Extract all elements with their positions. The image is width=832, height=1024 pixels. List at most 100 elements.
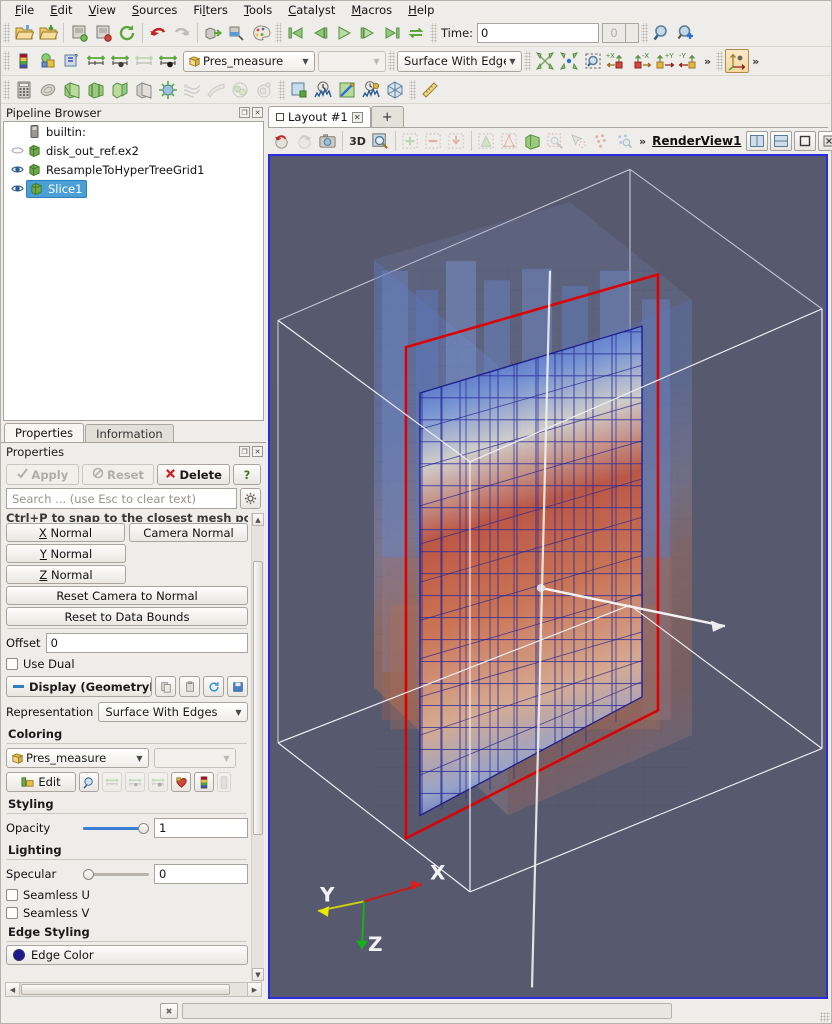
maximize-icon[interactable]: [794, 131, 816, 151]
properties-horizontal-scrollbar[interactable]: ◀ ▶: [5, 982, 262, 997]
hscroll-track[interactable]: [20, 983, 247, 996]
choose-preset-icon-2[interactable]: [171, 772, 191, 792]
menu-catalyst[interactable]: Catalyst: [280, 1, 343, 19]
reset-camera-icon[interactable]: [533, 49, 557, 73]
y-normal-button[interactable]: Y Normal: [6, 544, 126, 563]
frustum-cells-icon[interactable]: [521, 130, 544, 152]
open-recent-icon[interactable]: [36, 21, 60, 45]
copy-icon[interactable]: [155, 676, 176, 697]
threshold-icon[interactable]: [108, 78, 132, 102]
render-view[interactable]: X Y Z: [268, 154, 828, 999]
programmable-filter-icon[interactable]: [335, 78, 359, 102]
camera-undo-icon[interactable]: [270, 130, 293, 152]
plot-data-icon[interactable]: [359, 78, 383, 102]
toolbar-grip-3[interactable]: [430, 23, 437, 43]
scroll-thumb[interactable]: [253, 561, 263, 835]
camera-plus-y-icon[interactable]: +Y: [653, 49, 677, 73]
hscroll-thumb[interactable]: [21, 984, 230, 995]
search-input[interactable]: Search ... (use Esc to clear text): [6, 488, 237, 509]
coloring-component-combo[interactable]: ▼: [154, 748, 236, 768]
display-section-header[interactable]: Display (GeometryF: [6, 676, 152, 697]
specular-slider[interactable]: [83, 866, 149, 882]
specular-input[interactable]: 0: [154, 864, 248, 884]
resize-grip[interactable]: [820, 1012, 830, 1022]
scroll-track[interactable]: [252, 526, 264, 968]
hover-points-icon[interactable]: [590, 130, 613, 152]
camera-plus-x-icon[interactable]: +X: [605, 49, 629, 73]
open-file-icon[interactable]: [12, 21, 36, 45]
reset-to-data-bounds-button[interactable]: Reset to Data Bounds: [6, 607, 248, 626]
select-cells-icon[interactable]: [399, 130, 422, 152]
last-frame-icon[interactable]: [380, 21, 404, 45]
view-toolbar-overflow[interactable]: »: [636, 135, 649, 148]
choose-preset-icon[interactable]: [36, 49, 60, 73]
select-block-icon[interactable]: [498, 130, 521, 152]
apply-button[interactable]: Apply: [6, 464, 79, 485]
visibility-toggle-resample[interactable]: [8, 164, 26, 175]
rescale-time-icon-2[interactable]: [148, 772, 168, 792]
split-vertical-icon[interactable]: [770, 131, 792, 151]
close-view-icon[interactable]: [818, 131, 832, 151]
save-data-icon[interactable]: [67, 21, 91, 45]
load-state-icon[interactable]: [115, 21, 139, 45]
add-camera-icon[interactable]: [674, 21, 698, 45]
select-points-icon[interactable]: [422, 130, 445, 152]
reset-icon-2[interactable]: [203, 676, 224, 697]
select-cells-through-icon[interactable]: [445, 130, 468, 152]
interactive-select-icon[interactable]: [567, 130, 590, 152]
float-icon-2[interactable]: ❐: [239, 446, 250, 457]
find-data-icon[interactable]: [650, 21, 674, 45]
opacity-input[interactable]: 1: [154, 818, 248, 838]
select-points-through-icon[interactable]: [475, 130, 498, 152]
reset-button[interactable]: Reset: [82, 464, 155, 485]
edit-color-map-button[interactable]: Edit: [6, 772, 76, 792]
pipeline-item-builtin[interactable]: builtin:: [4, 122, 263, 141]
contour-icon[interactable]: [36, 78, 60, 102]
menu-macros[interactable]: Macros: [343, 1, 400, 19]
slice-icon[interactable]: [84, 78, 108, 102]
color-component-combo[interactable]: ▼: [318, 51, 386, 72]
zoom-to-box-icon[interactable]: [581, 49, 605, 73]
camera-minus-y-icon[interactable]: -Y: [677, 49, 701, 73]
camera-normal-button[interactable]: Camera Normal: [129, 523, 248, 542]
play-icon[interactable]: [332, 21, 356, 45]
menu-file[interactable]: File: [7, 1, 42, 19]
calculator-icon[interactable]: [12, 78, 36, 102]
first-frame-icon[interactable]: [284, 21, 308, 45]
pipeline-browser[interactable]: builtin: disk_out_ref.ex2: [3, 121, 264, 421]
scroll-up-arrow[interactable]: ▲: [252, 513, 264, 526]
toolbar-grip-7[interactable]: [524, 51, 531, 71]
coloring-array-combo[interactable]: Pres_measure ▼: [6, 748, 149, 768]
undo-camera-icon[interactable]: [201, 21, 225, 45]
toolbar-grip-11[interactable]: [409, 80, 416, 100]
toolbar-grip-2[interactable]: [275, 23, 282, 43]
time-index-input[interactable]: 0: [602, 23, 626, 43]
warp-icon[interactable]: [204, 78, 228, 102]
save-state-icon[interactable]: [91, 21, 115, 45]
reset-camera-to-normal-button[interactable]: Reset Camera to Normal: [6, 586, 248, 605]
ruler-icon[interactable]: [418, 78, 442, 102]
toolbar-grip-5[interactable]: [3, 51, 10, 71]
help-button[interactable]: ?: [233, 464, 261, 485]
hyper-tree-grid-icon[interactable]: [383, 78, 407, 102]
color-palette-icon[interactable]: [249, 21, 273, 45]
render-view-canvas[interactable]: X Y Z: [270, 156, 826, 997]
toolbar-overflow-1[interactable]: »: [701, 55, 714, 68]
loop-icon[interactable]: [404, 21, 428, 45]
menu-help[interactable]: Help: [400, 1, 442, 19]
toolbar-grip-10[interactable]: [278, 80, 285, 100]
zoom-to-data-icon[interactable]: [557, 49, 581, 73]
z-normal-button[interactable]: Z Normal: [6, 565, 126, 584]
rescale-data-range-icon[interactable]: [84, 49, 108, 73]
abort-icon[interactable]: ✖: [160, 1003, 178, 1019]
tab-properties[interactable]: Properties: [4, 423, 84, 442]
representation-combo[interactable]: Surface With Edges ▼: [397, 51, 522, 72]
previous-frame-icon[interactable]: [308, 21, 332, 45]
representation-select[interactable]: Surface With Edges ▼: [98, 702, 248, 722]
rescale-visible-icon-2[interactable]: [125, 772, 145, 792]
undo-icon[interactable]: [146, 21, 170, 45]
properties-vertical-scrollbar[interactable]: ▲ ▼: [251, 513, 264, 981]
menu-view[interactable]: View: [81, 1, 124, 19]
screenshot-icon[interactable]: [316, 130, 339, 152]
toolbar-grip-6[interactable]: [388, 51, 395, 71]
